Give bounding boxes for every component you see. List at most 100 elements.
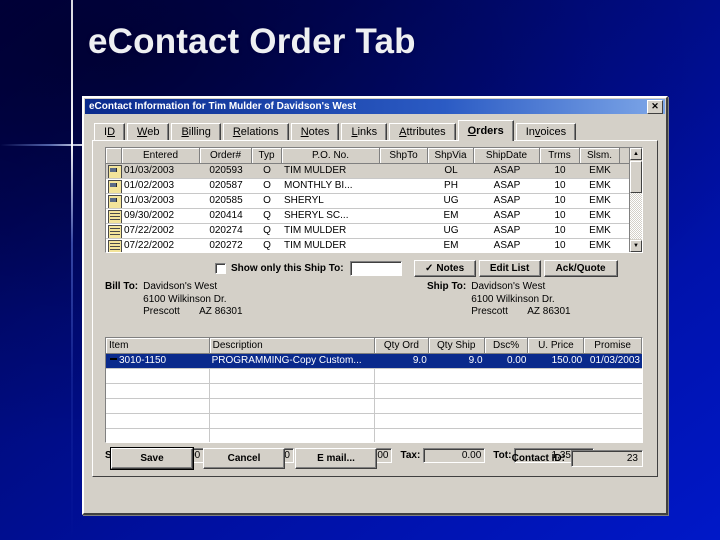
expand-collapse-icon[interactable] [110,358,117,361]
line-item-empty-row[interactable] [106,369,642,384]
econtact-window: eContact Information for Tim Mulder of D… [82,96,668,515]
save-button[interactable]: Save [111,447,193,469]
line-item-empty-cell [429,384,485,398]
orders-vertical-scrollbar[interactable]: ▲ ▼ [629,148,642,252]
line-item-empty-cell [210,384,375,398]
tab-relations[interactable]: Relations [222,123,289,141]
scrollbar-track[interactable] [630,193,642,239]
orders-column-header[interactable]: Trms [540,148,580,163]
ack-quote-button[interactable]: Ack/Quote [543,259,618,277]
line-item-empty-row[interactable] [106,399,642,414]
orders-column-header[interactable]: ShipDate [474,148,540,163]
orders-table-row[interactable]: 01/02/2003 020587 O MONTHLY BI... PH ASAP 10 EM… [106,179,642,194]
line-items-column-header[interactable]: Item [106,338,210,353]
orders-column-header[interactable]: Order# [200,148,252,163]
tab-notes[interactable]: Notes [290,123,340,141]
edit-list-button[interactable]: Edit List [478,259,541,277]
line-item-empty-cell [210,414,375,428]
line-items-grid[interactable]: Item Description Qty Ord Qty Ship Dsc% U. Pri… [105,337,643,443]
tab-label: Web [137,126,160,138]
orders-table-row[interactable]: 01/03/2003 020593 O TIM MULDER OL ASAP 10 EMK [106,164,642,179]
line-item-empty-cell [429,369,485,383]
line-item-empty-cell [584,399,642,413]
window-footer: Save Cancel E mail... Contact ID: 23 [101,445,649,471]
orders-grid[interactable]: Entered Order# Typ P.O. No. ShpTo ShpVia ShipD… [105,147,643,253]
orders-column-header[interactable]: Typ [252,148,282,163]
orders-column-header[interactable]: P.O. No. [282,148,380,163]
orders-table-row[interactable]: 01/03/2003 020585 O SHERYL UG ASAP 10 EMK [106,194,642,209]
orders-cell-shpvia: PH [444,180,458,191]
orders-cell-p-o-no-: SHERYL [284,195,324,206]
tab-orders[interactable]: Orders [457,120,514,141]
orders-table-row[interactable]: 07/22/2002 020274 Q TIM MULDER UG ASAP 10 EMK [106,224,642,239]
line-items-grid-body[interactable]: 3010-1150 PROGRAMMING-Copy Custom... 9.0 9.… [106,354,642,442]
orders-cell-shpto [380,164,428,178]
decorative-cross-horizontal [0,144,90,146]
orders-cell-typ: O [263,180,271,191]
line-items-column-header[interactable]: U. Price [528,338,585,353]
orders-column-header[interactable]: Slsm. [580,148,620,163]
line-item-empty-cell [528,414,584,428]
show-only-ship-to-checkbox[interactable] [215,262,226,274]
orders-cell-order-: 020414 [209,210,243,221]
orders-cell-shpto [380,179,428,193]
tab-invoices[interactable]: Invoices [515,123,577,141]
orders-table-row[interactable]: 09/30/2002 020414 Q SHERYL SC... EM ASAP 10 EMK [106,209,642,224]
tab-strip: ID Web Billing Relations Notes Links Attribute… [94,120,666,141]
orders-grid-body[interactable]: 01/03/2003 020593 O TIM MULDER OL ASAP 10 EMK 01… [106,164,642,252]
orders-column-header[interactable] [106,148,122,163]
email-button[interactable]: E mail... [295,447,377,469]
scroll-up-icon[interactable]: ▲ [630,148,642,160]
quote-icon [108,225,122,238]
orders-cell-order-: 020593 [209,165,243,176]
line-item-empty-row[interactable] [106,384,642,399]
orders-table-row[interactable]: 07/22/2002 020272 Q TIM MULDER EM ASAP 10 EMK [106,239,642,252]
orders-cell-shipdate: ASAP [493,165,521,176]
quote-icon [108,210,122,223]
tab-web[interactable]: Web [127,123,170,141]
order-icon [106,179,122,193]
line-item-row[interactable]: 3010-1150 PROGRAMMING-Copy Custom... 9.0 9.… [106,354,642,369]
tab-attributes[interactable]: Attributes [389,123,456,141]
line-item-empty-cell [485,429,529,442]
notes-button-label: Notes [436,262,465,274]
tab-id[interactable]: ID [94,123,126,141]
orders-cell-p-o-no-: SHERYL SC... [284,210,349,221]
line-items-column-header[interactable]: Dsc% [484,338,529,353]
orders-cell-typ: O [263,195,271,206]
line-item-cell-qty-ord: 9.0 [412,355,427,366]
scroll-down-icon[interactable]: ▼ [630,240,642,252]
line-item-empty-row[interactable] [106,429,642,442]
orders-cell-shpto [380,239,428,252]
line-items-column-header[interactable]: Qty Ship [428,338,485,353]
line-items-column-header[interactable]: Description [209,338,376,353]
window-titlebar[interactable]: eContact Information for Tim Mulder of D… [85,99,665,114]
line-item-cell-dsc-: 0.00 [506,355,527,366]
scrollbar-thumb[interactable] [630,161,642,193]
tab-label: Links [351,126,378,138]
line-items-column-header[interactable]: Qty Ord [375,338,429,353]
line-items-column-header[interactable]: Promise [584,338,643,353]
orders-column-header[interactable]: Entered [122,148,200,163]
line-item-empty-row[interactable] [106,414,642,429]
ship-to-label: Ship To: [427,281,467,292]
close-icon[interactable]: ✕ [647,99,663,114]
orders-cell-entered: 01/03/2003 [124,165,175,176]
orders-column-header[interactable]: ShpTo [380,148,428,163]
orders-cell-shpto [380,209,428,223]
line-item-empty-cell [375,414,429,428]
line-item-cell-promise: 01/03/2003 [589,355,640,366]
ship-to-input[interactable] [349,260,402,276]
tab-label: Relations [232,126,279,138]
cancel-button[interactable]: Cancel [203,447,285,469]
orders-cell-typ: Q [263,240,271,251]
orders-column-header[interactable]: ShpVia [428,148,474,163]
orders-cell-trms: 10 [554,165,566,176]
orders-cell-p-o-no-: TIM MULDER [284,165,347,176]
orders-cell-shpvia: EM [443,240,459,251]
line-item-empty-cell [106,369,210,383]
notes-button[interactable]: ✓ Notes [413,259,476,277]
line-item-empty-cell [106,399,210,413]
tab-billing[interactable]: Billing [171,123,221,141]
tab-links[interactable]: Links [341,123,388,141]
